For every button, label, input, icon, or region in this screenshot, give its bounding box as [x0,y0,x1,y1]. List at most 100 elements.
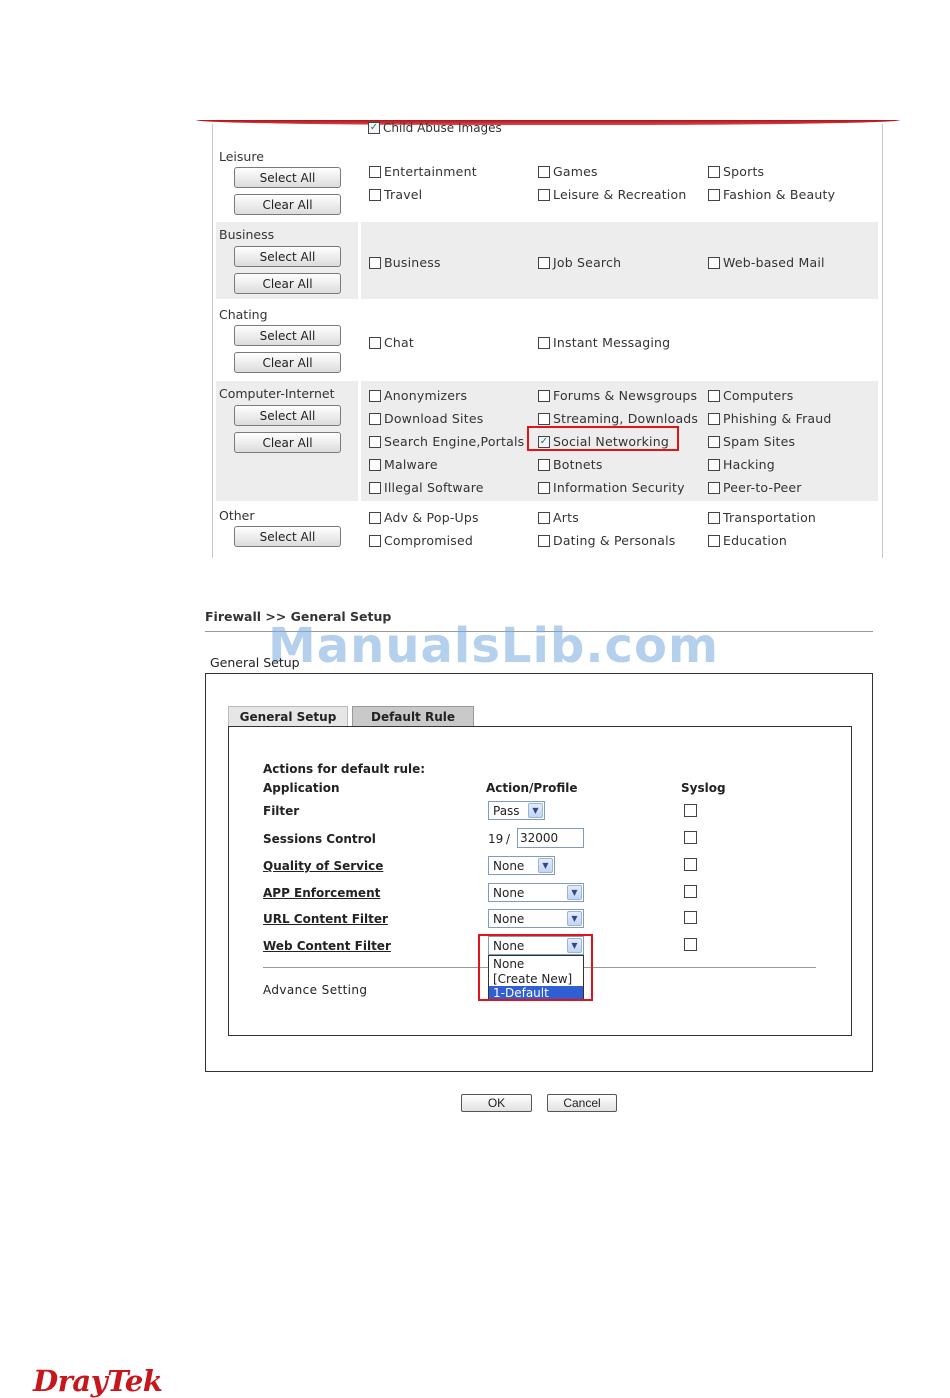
checkbox-icon[interactable] [369,336,381,349]
checkbox-checked-icon[interactable]: ✓ [368,122,380,134]
tab-default-rule[interactable]: Default Rule [352,706,474,727]
option-education[interactable]: Education [708,533,787,548]
option-dating-personals[interactable]: Dating & Personals [538,533,675,548]
checkbox-icon[interactable] [369,481,381,494]
option-adv-popups[interactable]: Adv & Pop-Ups [369,510,479,525]
checkbox-icon[interactable] [708,435,720,448]
sessions-limit-input[interactable]: 32000 [517,828,584,848]
select-all-button[interactable]: Select All [234,325,341,346]
option-download-sites[interactable]: Download Sites [369,411,483,426]
checkbox-icon[interactable] [708,534,720,547]
checkbox-icon[interactable] [708,511,720,524]
checkbox-icon[interactable] [369,256,381,269]
select-all-button[interactable]: Select All [234,405,341,426]
qos-select[interactable]: None ▼ [488,856,555,875]
link-quality-of-service[interactable]: Quality of Service [263,859,383,873]
select-all-button[interactable]: Select All [234,167,341,188]
option-computers[interactable]: Computers [708,388,793,403]
syslog-checkbox-url[interactable] [684,911,697,924]
clear-all-button[interactable]: Clear All [234,273,341,294]
category-business: Business Select All Clear All Business J… [216,222,880,299]
checkbox-icon[interactable] [369,389,381,402]
checkbox-icon[interactable] [369,458,381,471]
checkbox-icon[interactable] [369,435,381,448]
option-information-security[interactable]: Information Security [538,480,685,495]
option-anonymizers[interactable]: Anonymizers [369,388,467,403]
checkbox-icon[interactable] [708,188,720,201]
checkbox-icon[interactable] [538,336,550,349]
option-fashion-beauty[interactable]: Fashion & Beauty [708,187,835,202]
option-forums-newsgroups[interactable]: Forums & Newsgroups [538,388,697,403]
checkbox-icon[interactable] [369,165,381,178]
checkbox-icon[interactable] [538,511,550,524]
category-label-cell: Business Select All Clear All [216,222,358,299]
syslog-checkbox-filter[interactable] [684,804,697,817]
option-business[interactable]: Business [369,255,441,270]
link-web-content-filter[interactable]: Web Content Filter [263,939,391,953]
filter-select[interactable]: Pass ▼ [488,801,545,820]
option-transportation[interactable]: Transportation [708,510,816,525]
syslog-checkbox-app[interactable] [684,885,697,898]
checkbox-icon[interactable] [708,481,720,494]
checkbox-icon[interactable] [369,412,381,425]
option-hacking[interactable]: Hacking [708,457,775,472]
url-filter-select[interactable]: None ▼ [488,909,584,928]
checkbox-icon[interactable] [538,534,550,547]
checkbox-icon[interactable] [538,481,550,494]
option-botnets[interactable]: Botnets [538,457,603,472]
chevron-down-icon[interactable]: ▼ [528,803,543,818]
option-job-search[interactable]: Job Search [538,255,621,270]
app-enforcement-select[interactable]: None ▼ [488,883,584,902]
checkbox-icon[interactable] [369,511,381,524]
checkbox-icon[interactable] [538,256,550,269]
syslog-checkbox-sessions[interactable] [684,831,697,844]
checkbox-icon[interactable] [708,458,720,471]
option-chat[interactable]: Chat [369,335,414,350]
tab-general-setup[interactable]: General Setup [228,706,348,727]
checkbox-icon[interactable] [708,412,720,425]
clear-all-button[interactable]: Clear All [234,432,341,453]
option-entertainment[interactable]: Entertainment [369,164,477,179]
select-all-button[interactable]: Select All [234,246,341,267]
option-compromised[interactable]: Compromised [369,533,473,548]
clear-all-button[interactable]: Clear All [234,352,341,373]
chevron-down-icon[interactable]: ▼ [567,911,582,926]
ok-button[interactable]: OK [461,1094,532,1112]
option-malware[interactable]: Malware [369,457,438,472]
link-app-enforcement[interactable]: APP Enforcement [263,886,380,900]
checkbox-icon[interactable] [369,188,381,201]
checkbox-icon[interactable] [538,412,550,425]
option-spam-sites[interactable]: Spam Sites [708,434,795,449]
checkbox-icon[interactable] [708,165,720,178]
checkbox-icon[interactable] [708,389,720,402]
advance-setting-label[interactable]: Advance Setting [263,983,367,997]
checkbox-icon[interactable] [538,458,550,471]
checkbox-icon[interactable] [369,534,381,547]
clear-all-button[interactable]: Clear All [234,194,341,215]
option-search-engine-portals[interactable]: Search Engine,Portals [369,434,524,449]
syslog-checkbox-web[interactable] [684,938,697,951]
option-phishing-fraud[interactable]: Phishing & Fraud [708,411,832,426]
partial-option-child-abuse[interactable]: ✓ Child Abuse Images [368,121,502,135]
option-instant-messaging[interactable]: Instant Messaging [538,335,670,350]
chevron-down-icon[interactable]: ▼ [567,885,582,900]
option-travel[interactable]: Travel [369,187,422,202]
select-all-button[interactable]: Select All [234,526,341,547]
syslog-checkbox-qos[interactable] [684,858,697,871]
option-illegal-software[interactable]: Illegal Software [369,480,484,495]
chevron-down-icon[interactable]: ▼ [538,858,553,873]
link-url-content-filter[interactable]: URL Content Filter [263,912,388,926]
option-peer-to-peer[interactable]: Peer-to-Peer [708,480,802,495]
option-arts[interactable]: Arts [538,510,579,525]
option-label: Entertainment [384,164,477,179]
cancel-button[interactable]: Cancel [547,1094,617,1112]
option-leisure-recreation[interactable]: Leisure & Recreation [538,187,686,202]
option-streaming-downloads[interactable]: Streaming, Downloads [538,411,698,426]
option-web-based-mail[interactable]: Web-based Mail [708,255,825,270]
checkbox-icon[interactable] [538,188,550,201]
option-games[interactable]: Games [538,164,598,179]
option-sports[interactable]: Sports [708,164,764,179]
checkbox-icon[interactable] [538,165,550,178]
checkbox-icon[interactable] [538,389,550,402]
checkbox-icon[interactable] [708,256,720,269]
